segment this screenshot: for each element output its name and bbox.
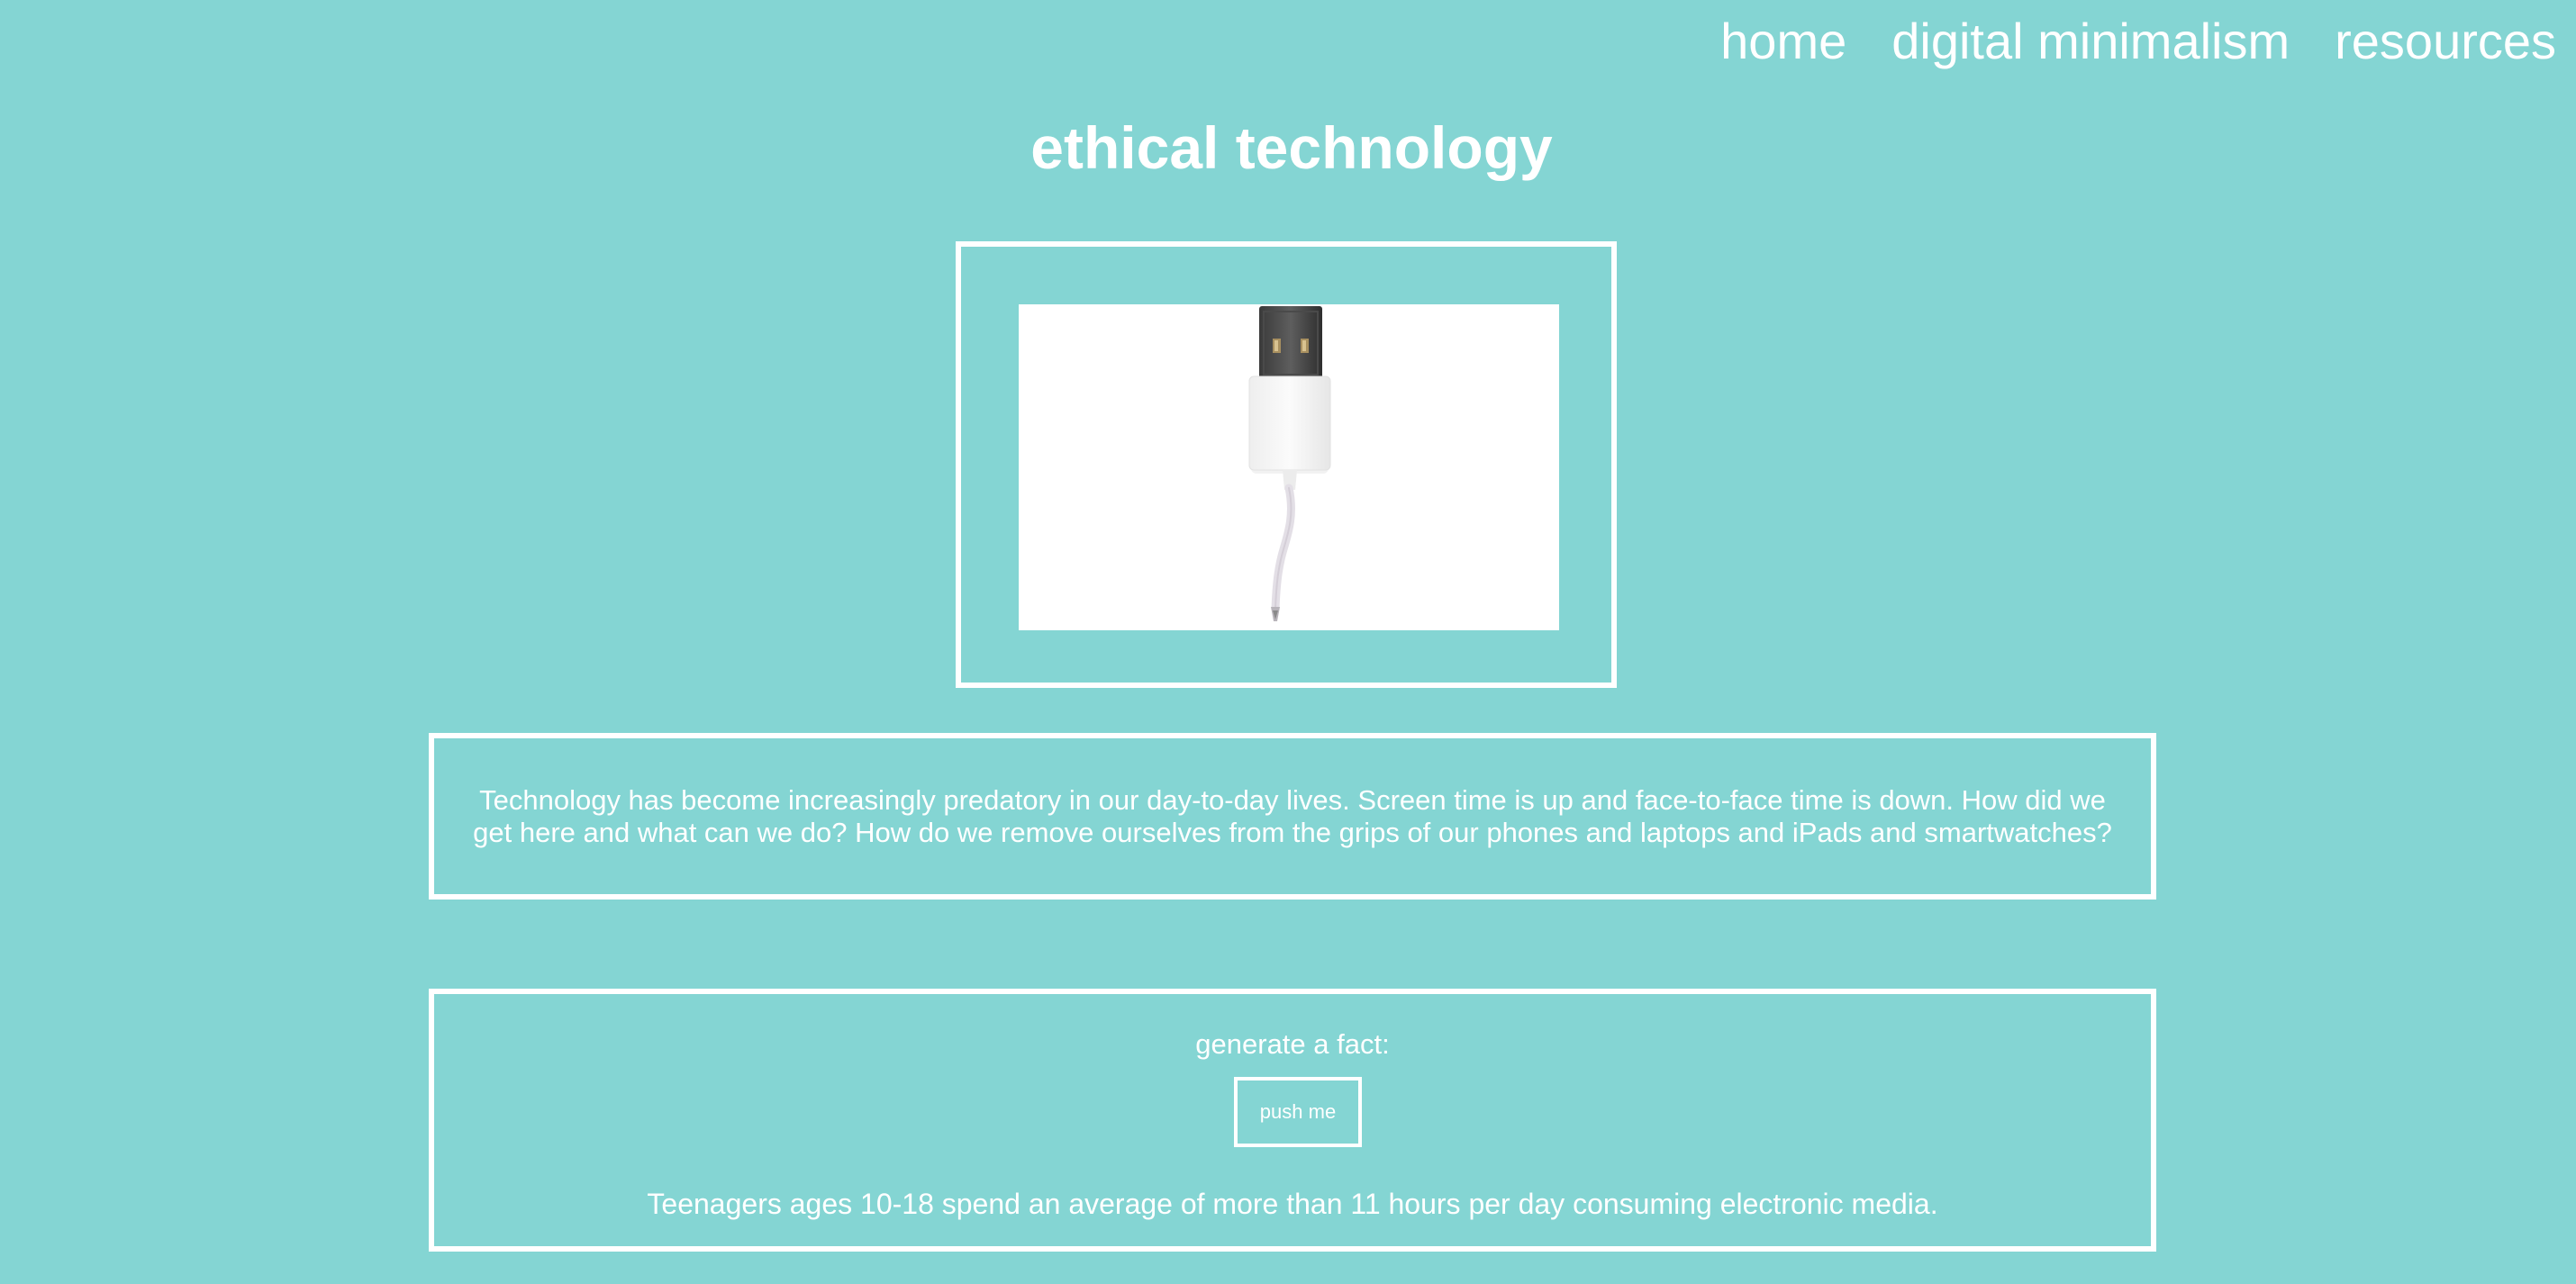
page: home digital minimalism resources ethica…	[0, 0, 2576, 1284]
fact-text: Teenagers ages 10-18 spend an average of…	[647, 1188, 1938, 1220]
fact-generator-box: generate a fact: push me Teenagers ages …	[429, 989, 2156, 1252]
nav-link-home[interactable]: home	[1720, 7, 1846, 76]
top-nav: home digital minimalism resources	[1720, 7, 2556, 76]
usb-cable-image	[1019, 304, 1559, 630]
nav-link-digital-minimalism[interactable]: digital minimalism	[1891, 7, 2290, 76]
push-me-button[interactable]: push me	[1234, 1077, 1362, 1147]
intro-box: Technology has become increasingly preda…	[429, 733, 2156, 900]
nav-link-resources[interactable]: resources	[2335, 7, 2556, 76]
intro-text: Technology has become increasingly preda…	[473, 783, 2112, 848]
fact-label: generate a fact:	[1195, 1028, 1390, 1060]
page-title: ethical technology	[1030, 114, 1553, 181]
